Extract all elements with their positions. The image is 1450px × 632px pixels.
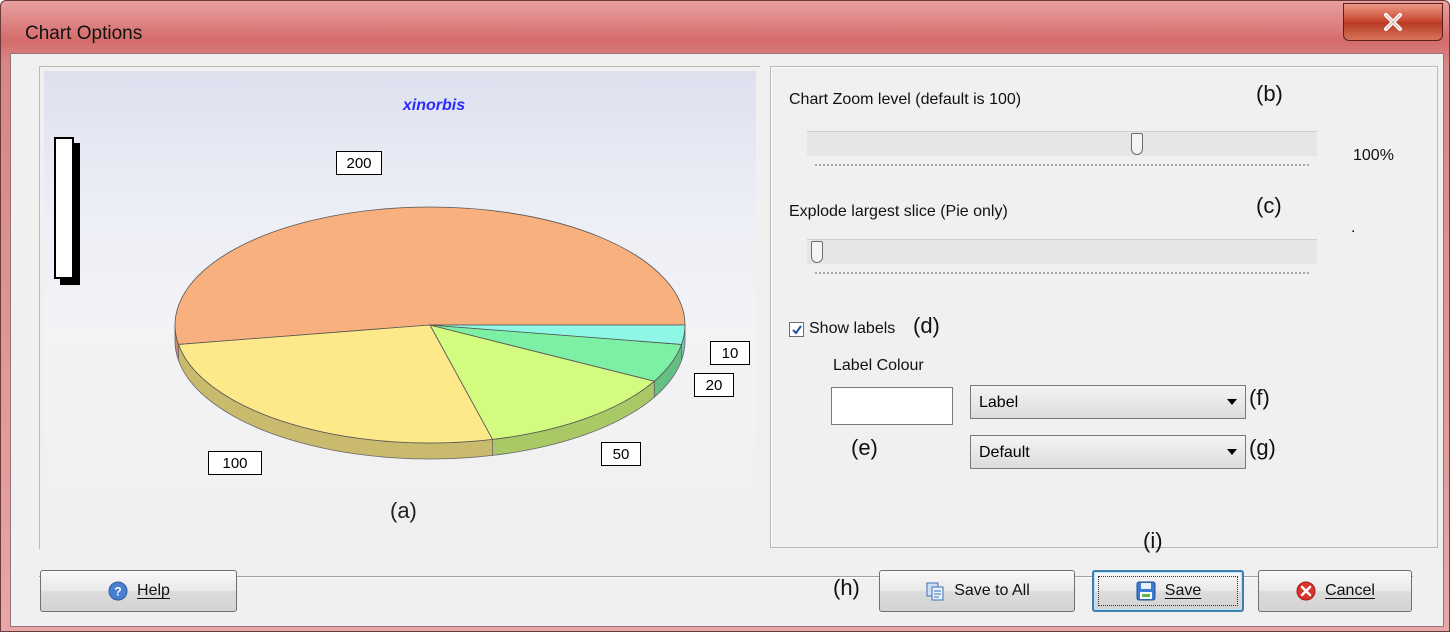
label-style-marker: (g) <box>1249 435 1276 460</box>
explode-slider-ticks <box>815 270 1309 274</box>
chart-preview: xinorbis 200 100 50 20 10 (a) <box>44 71 756 545</box>
label-type-value: Label <box>979 394 1019 411</box>
explode-slider-thumb[interactable] <box>811 241 823 263</box>
data-label-10: 10 <box>710 341 750 365</box>
zoom-slider[interactable] <box>807 131 1317 156</box>
checkmark-icon <box>791 324 802 335</box>
show-labels-checkbox[interactable] <box>789 322 804 337</box>
data-label-100: 100 <box>208 451 262 475</box>
dropdown-arrow-icon <box>1227 449 1237 455</box>
settings-group: Chart Zoom level (default is 100) (b) 10… <box>770 66 1438 548</box>
cancel-button[interactable]: Cancel <box>1258 570 1412 612</box>
label-type-marker: (f) <box>1249 385 1270 410</box>
cancel-button-label: Cancel <box>1325 582 1375 599</box>
data-label-20: 20 <box>694 373 734 397</box>
label-colour-swatch[interactable] <box>831 387 953 425</box>
dialog-client-area: xinorbis 200 100 50 20 10 (a) Chart Zoom… <box>10 53 1444 627</box>
chart-options-window: Chart Options xinorbis 200 100 50 20 10 … <box>0 0 1450 632</box>
title-bar[interactable]: Chart Options <box>1 1 1449 55</box>
data-label-200: 200 <box>336 151 382 175</box>
zoom-slider-ticks <box>815 162 1309 166</box>
close-button[interactable] <box>1343 3 1443 41</box>
label-colour-marker: (e) <box>851 435 878 460</box>
floppy-disk-icon <box>1135 580 1157 602</box>
help-icon: ? <box>107 580 129 602</box>
data-label-50: 50 <box>601 442 641 466</box>
pie-slice-200 <box>174 206 686 345</box>
label-style-value: Default <box>979 444 1030 461</box>
save-to-all-button[interactable]: Save to All <box>879 570 1075 612</box>
chart-legend <box>54 137 74 279</box>
zoom-slider-thumb[interactable] <box>1130 133 1143 155</box>
dropdown-arrow-icon <box>1227 399 1237 405</box>
label-colour-label: Label Colour <box>833 357 924 374</box>
pie-chart <box>174 206 686 460</box>
save-marker: (i) <box>1143 528 1163 553</box>
show-labels-label[interactable]: Show labels <box>809 320 895 338</box>
save-button-label: Save <box>1164 582 1202 599</box>
chart-preview-group: xinorbis 200 100 50 20 10 (a) <box>39 66 760 549</box>
zoom-value: 100% <box>1353 147 1394 164</box>
save-button[interactable]: Save <box>1092 570 1244 612</box>
explode-marker: (c) <box>1256 193 1282 218</box>
copy-icon <box>924 580 946 602</box>
save-all-marker: (h) <box>833 575 860 600</box>
explode-label: Explode largest slice (Pie only) <box>789 203 1008 220</box>
label-type-select[interactable]: Label <box>970 385 1246 419</box>
close-icon <box>1384 13 1402 31</box>
help-button[interactable]: ? Help <box>40 570 237 612</box>
label-style-select[interactable]: Default <box>970 435 1246 469</box>
svg-text:?: ? <box>114 585 121 599</box>
zoom-label: Chart Zoom level (default is 100) <box>789 91 1022 108</box>
help-button-label: Help <box>137 582 170 599</box>
explode-value: . <box>1351 219 1356 236</box>
explode-slider[interactable] <box>807 239 1317 264</box>
show-labels-marker: (d) <box>913 313 940 338</box>
chart-caption: (a) <box>390 498 417 523</box>
zoom-marker: (b) <box>1256 81 1283 106</box>
save-to-all-label: Save to All <box>954 582 1030 599</box>
chart-title: xinorbis <box>402 97 466 114</box>
window-title: Chart Options <box>25 23 143 44</box>
cancel-icon <box>1295 580 1317 602</box>
